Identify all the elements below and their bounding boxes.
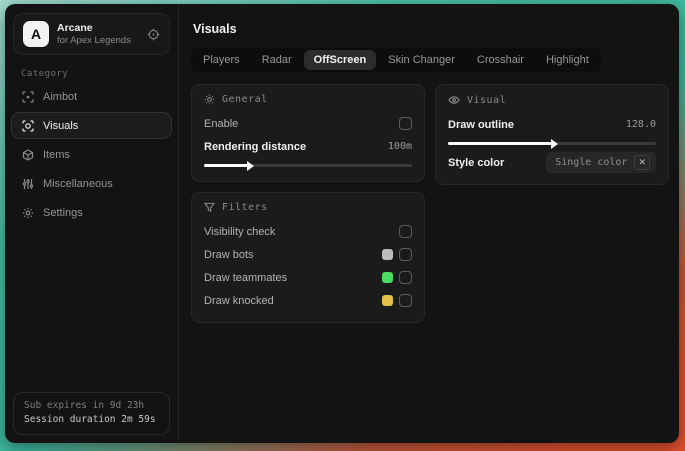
rendering-distance-slider[interactable] (204, 160, 412, 171)
general-panel: General Enable Rendering distance 100m (191, 84, 425, 182)
visibility-check-checkbox[interactable] (399, 225, 412, 238)
draw-teammates-color-swatch[interactable] (382, 272, 393, 283)
sidebar-item-label: Items (43, 148, 70, 161)
visuals-tabstrip: Players Radar OffScreen Skin Changer Cro… (191, 48, 601, 72)
app-window: A Arcane for Apex Legends Category Aimbo… (5, 4, 679, 443)
visual-panel-title: Visual (467, 94, 507, 106)
draw-bots-label: Draw bots (204, 248, 254, 261)
clear-style-color-button[interactable]: ✕ (634, 155, 650, 170)
enable-checkbox[interactable] (399, 117, 412, 130)
draw-teammates-label: Draw teammates (204, 271, 288, 284)
visibility-check-label: Visibility check (204, 225, 276, 238)
tab-offscreen[interactable]: OffScreen (303, 50, 377, 70)
style-color-select[interactable]: Single color ✕ (546, 152, 656, 173)
sidebar-nav: Aimbot Visuals Items Miscellaneous Setti… (5, 83, 178, 226)
filters-panel-title: Filters (222, 202, 268, 213)
sidebar-item-visuals[interactable]: Visuals (11, 112, 172, 139)
draw-bots-color-swatch[interactable] (382, 249, 393, 260)
slider-thumb[interactable] (246, 160, 254, 171)
sun-icon (204, 94, 215, 105)
sidebar-item-label: Visuals (43, 119, 79, 132)
draw-knocked-checkbox[interactable] (399, 294, 412, 307)
app-name: Arcane (57, 21, 93, 34)
page-title: Visuals (193, 22, 237, 36)
tab-highlight[interactable]: Highlight (536, 50, 599, 70)
draw-knocked-color-swatch[interactable] (382, 295, 393, 306)
visual-panel: Visual Draw outline 128.0 Style color Si… (435, 84, 669, 185)
gear-icon (22, 207, 34, 219)
enable-label: Enable (204, 117, 239, 130)
tab-radar[interactable]: Radar (252, 50, 302, 70)
subscription-info: Sub expires in 9d 23h Session duration 2… (13, 391, 170, 435)
style-color-label: Style color (448, 156, 505, 169)
tab-skin-changer[interactable]: Skin Changer (378, 50, 465, 70)
draw-teammates-checkbox[interactable] (399, 271, 412, 284)
draw-outline-slider[interactable] (448, 138, 656, 149)
eye-icon (448, 94, 460, 106)
rendering-distance-label: Rendering distance (204, 140, 307, 153)
sidebar-item-settings[interactable]: Settings (11, 199, 172, 226)
sidebar-item-miscellaneous[interactable]: Miscellaneous (11, 170, 172, 197)
sliders-icon (22, 178, 34, 190)
draw-bots-checkbox[interactable] (399, 248, 412, 261)
app-subtitle: for Apex Legends (57, 34, 131, 46)
category-label: Category (21, 69, 69, 79)
slider-thumb[interactable] (551, 138, 558, 149)
sidebar-item-label: Settings (43, 206, 83, 219)
sub-expires-text: Sub expires in 9d 23h (24, 399, 145, 411)
main-content: Visuals Players Radar OffScreen Skin Cha… (179, 4, 679, 443)
sidebar: A Arcane for Apex Legends Category Aimbo… (5, 4, 179, 443)
funnel-icon (204, 202, 215, 213)
sidebar-item-label: Miscellaneous (43, 177, 113, 190)
draw-outline-value: 128.0 (625, 119, 656, 130)
tab-players[interactable]: Players (193, 50, 250, 70)
brand-card: A Arcane for Apex Legends (13, 13, 170, 55)
general-panel-title: General (222, 94, 268, 105)
cube-icon (22, 148, 34, 161)
style-color-value: Single color (555, 157, 628, 168)
crosshair-icon[interactable] (147, 28, 160, 41)
draw-knocked-label: Draw knocked (204, 294, 274, 307)
sidebar-item-items[interactable]: Items (11, 141, 172, 168)
tab-crosshair[interactable]: Crosshair (467, 50, 534, 70)
sidebar-item-aimbot[interactable]: Aimbot (11, 83, 172, 110)
session-duration-text: Session duration 2m 59s (24, 414, 156, 426)
rendering-distance-value: 100m (387, 141, 412, 152)
filters-panel: Filters Visibility check Draw bots Draw … (191, 192, 425, 323)
brand-text: Arcane for Apex Legends (57, 22, 139, 47)
sidebar-item-label: Aimbot (43, 90, 78, 103)
app-logo: A (23, 21, 49, 47)
draw-outline-label: Draw outline (448, 118, 515, 131)
visuals-icon (22, 119, 34, 132)
aimbot-icon (22, 90, 34, 103)
